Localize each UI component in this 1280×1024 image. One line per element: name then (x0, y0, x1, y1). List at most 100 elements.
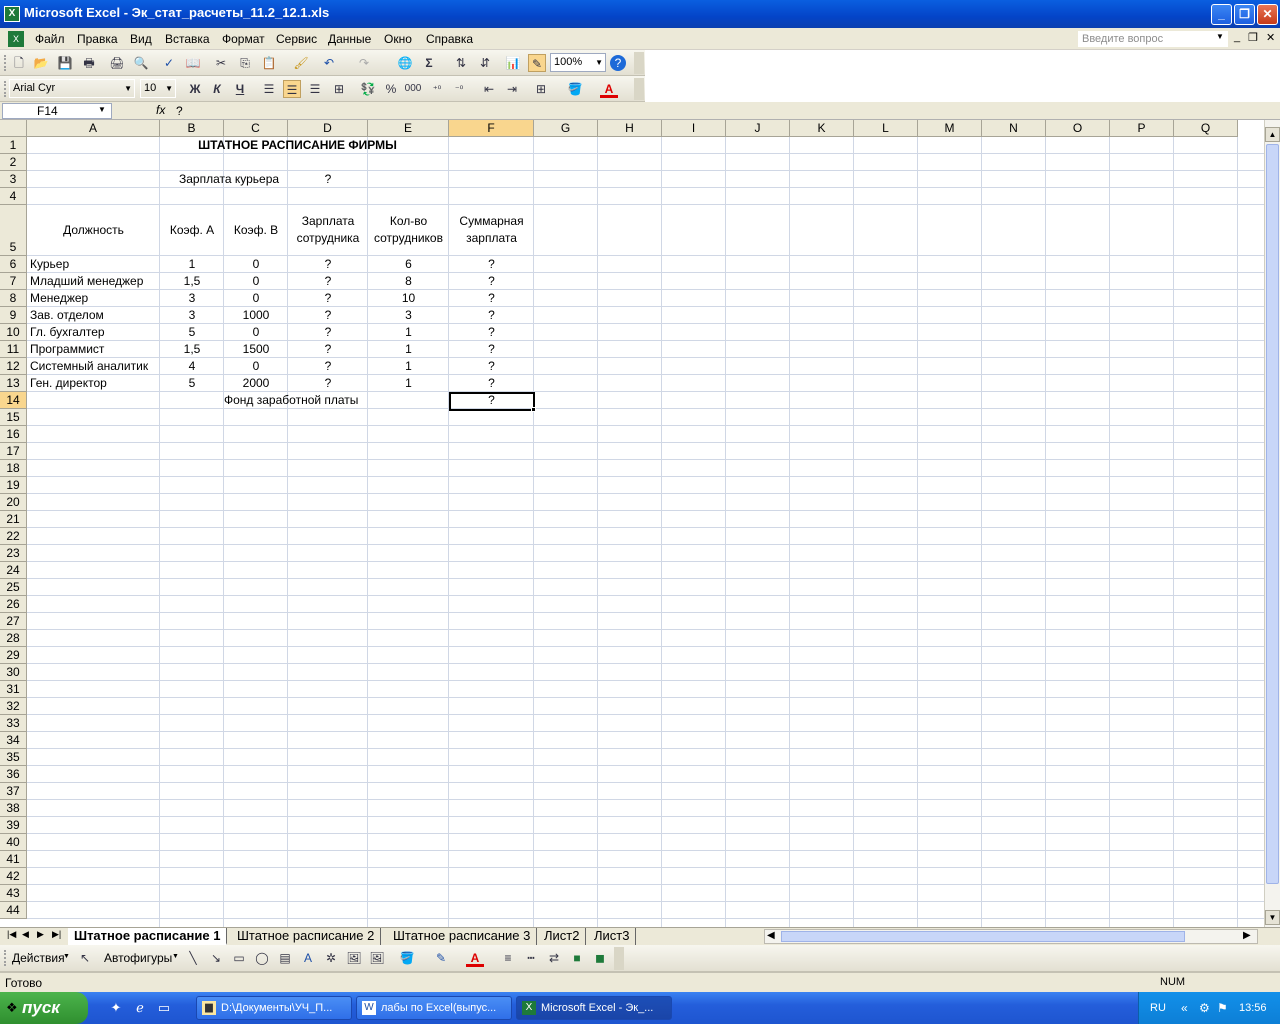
sheet-tab-3[interactable]: Штатное расписание 3 (387, 928, 538, 945)
horizontal-scroll-thumb[interactable] (781, 931, 1185, 942)
row-header[interactable]: 34 (0, 732, 27, 749)
task-documents-folder[interactable]: ▆ D:\Документы\УЧ_П... (196, 996, 352, 1020)
column-header-a[interactable]: A (27, 120, 160, 137)
row-header[interactable]: 19 (0, 477, 27, 494)
insert-function-icon[interactable]: fx (156, 103, 165, 117)
quicklaunch-tools-icon[interactable]: ✦ (108, 1000, 124, 1016)
last-sheet-icon[interactable]: ▶| (52, 929, 61, 940)
cell-e12[interactable]: 1 (368, 358, 449, 375)
vertical-scrollbar[interactable]: ▲ ▼ (1264, 120, 1280, 927)
cell-f8[interactable]: ? (449, 290, 534, 307)
print-preview-icon[interactable]: 🔍 (132, 54, 150, 72)
spreadsheet-grid[interactable]: ABCDEFGHIJKLMNOPQ 1 2 3 4 5 6 7 8 9 10 11 12 13 14 15 1… (0, 120, 1264, 927)
row-header[interactable]: 40 (0, 834, 27, 851)
formula-input[interactable]: ? (176, 104, 183, 118)
wordart-icon[interactable]: A (299, 949, 317, 967)
hyperlink-icon[interactable]: 🌐 (396, 54, 414, 72)
line-style-icon[interactable]: ≡ (499, 949, 517, 967)
cell-b7[interactable]: 1,5 (160, 273, 224, 290)
underline-button[interactable]: Ч (231, 80, 249, 98)
cell-d13[interactable]: ? (288, 375, 368, 392)
menu-file[interactable]: Файл (35, 32, 65, 46)
row-header[interactable]: 18 (0, 460, 27, 477)
draw-fill-color-icon[interactable]: 🪣 (398, 949, 416, 967)
cell-c8[interactable]: 0 (224, 290, 288, 307)
cell-f6[interactable]: ? (449, 256, 534, 273)
doc-minimize-button[interactable]: _ (1234, 31, 1240, 43)
row-header[interactable]: 13 (0, 375, 27, 392)
draw-font-color-icon[interactable]: A (466, 949, 484, 967)
row-header[interactable]: 15 (0, 409, 27, 426)
row-header[interactable]: 4 (0, 188, 27, 205)
cell-d6[interactable]: ? (288, 256, 368, 273)
toolbar-handle[interactable] (4, 55, 7, 71)
header-coef-a[interactable]: Коэф. А (160, 222, 224, 239)
column-header-o[interactable]: O (1046, 120, 1110, 137)
sheet-tab-4[interactable]: Лист2 (538, 928, 587, 945)
cell-e13[interactable]: 1 (368, 375, 449, 392)
column-header-n[interactable]: N (982, 120, 1046, 137)
header-total-line2[interactable]: зарплата (449, 230, 534, 247)
row-header[interactable]: 37 (0, 783, 27, 800)
cell-c13[interactable]: 2000 (224, 375, 288, 392)
arrow-icon[interactable]: ↘ (207, 949, 225, 967)
clock[interactable]: 13:56 (1239, 1002, 1267, 1014)
italic-button[interactable]: К (208, 80, 226, 98)
internet-explorer-icon[interactable]: ℯ (132, 1000, 148, 1016)
toolbar-options-icon[interactable] (634, 78, 644, 100)
column-header-p[interactable]: P (1110, 120, 1174, 137)
autoshapes-menu[interactable]: Автофигуры (104, 951, 172, 965)
cell-f10[interactable]: ? (449, 324, 534, 341)
cell-c6[interactable]: 0 (224, 256, 288, 273)
row-header[interactable]: 39 (0, 817, 27, 834)
toolbar-handle[interactable] (4, 81, 7, 97)
doc-restore-button[interactable]: ❐ (1248, 31, 1258, 44)
header-position[interactable]: Должность (27, 222, 160, 239)
excel-app-icon[interactable]: X (4, 6, 20, 22)
row-header[interactable]: 38 (0, 800, 27, 817)
cell-a11[interactable]: Программист (30, 341, 163, 358)
shadow-icon[interactable]: ■ (568, 949, 586, 967)
bold-button[interactable]: Ж (186, 80, 204, 98)
cell-b13[interactable]: 5 (160, 375, 224, 392)
row-header[interactable]: 7 (0, 273, 27, 290)
actions-dropdown-icon[interactable]: ▼ (63, 953, 70, 960)
cell-d8[interactable]: ? (288, 290, 368, 307)
column-header-e[interactable]: E (368, 120, 449, 137)
cell-f13[interactable]: ? (449, 375, 534, 392)
close-button[interactable]: ✕ (1257, 4, 1278, 25)
column-header-k[interactable]: K (790, 120, 854, 137)
line-icon[interactable]: ╲ (184, 949, 202, 967)
row-header[interactable]: 5 (0, 205, 27, 256)
menu-view[interactable]: Вид (130, 32, 152, 46)
spelling-icon[interactable]: ✓ (160, 54, 178, 72)
scroll-down-icon[interactable]: ▼ (1265, 910, 1280, 925)
sheet-tab-5[interactable]: Лист3 (588, 928, 637, 945)
drawing-toggle-icon[interactable]: ✎ (528, 54, 546, 72)
cell-a8[interactable]: Менеджер (30, 290, 163, 307)
zoom-combo[interactable]: 100% ▼ (550, 53, 606, 72)
cell-e11[interactable]: 1 (368, 341, 449, 358)
dash-style-icon[interactable]: ┅ (522, 949, 540, 967)
new-icon[interactable]: 🗋 (10, 54, 28, 72)
sheet-title[interactable]: ШТАТНОЕ РАСПИСАНИЕ ФИРМЫ (160, 137, 435, 154)
row-header[interactable]: 23 (0, 545, 27, 562)
cell-d10[interactable]: ? (288, 324, 368, 341)
cell-c11[interactable]: 1500 (224, 341, 288, 358)
row-header[interactable]: 6 (0, 256, 27, 273)
menu-edit[interactable]: Правка (77, 32, 118, 46)
prev-sheet-icon[interactable]: ◀ (22, 929, 29, 940)
cell-f7[interactable]: ? (449, 273, 534, 290)
cell-c9[interactable]: 1000 (224, 307, 288, 324)
row-header[interactable]: 11 (0, 341, 27, 358)
cell-d11[interactable]: ? (288, 341, 368, 358)
row-header[interactable]: 30 (0, 664, 27, 681)
sheet-tab-1[interactable]: Штатное расписание 1 (68, 928, 228, 945)
doc-close-button[interactable]: ✕ (1266, 31, 1275, 44)
row-header[interactable]: 41 (0, 851, 27, 868)
cell-d7[interactable]: ? (288, 273, 368, 290)
row-header[interactable]: 1 (0, 137, 27, 154)
fill-handle[interactable] (531, 407, 536, 412)
name-box-dropdown-icon[interactable]: ▼ (98, 105, 106, 114)
menu-help[interactable]: Справка (426, 32, 473, 46)
